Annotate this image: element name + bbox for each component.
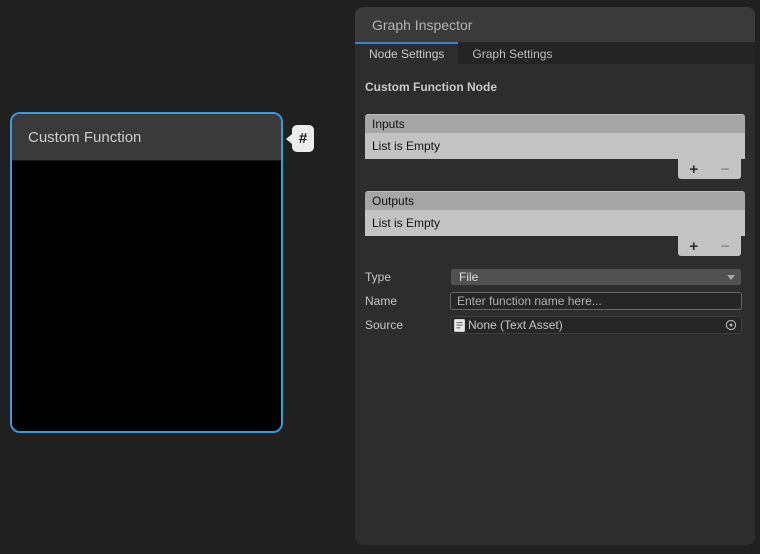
tab-node-settings[interactable]: Node Settings [355,42,458,64]
type-row: Type File [365,268,745,286]
source-object-field[interactable]: None (Text Asset) [450,316,742,334]
custom-function-node[interactable]: Custom Function [10,112,283,433]
shader-graph-window: Custom Function # Graph Inspector Node S… [0,0,760,554]
type-dropdown[interactable]: File [450,268,742,286]
outputs-list-empty-row: List is Empty [365,210,745,236]
text-asset-icon [454,319,465,332]
tab-graph-settings[interactable]: Graph Settings [458,42,566,64]
add-output-button[interactable]: + [687,239,700,254]
list-empty-text: List is Empty [372,139,440,153]
function-name-input[interactable] [450,292,742,310]
source-control: None (Text Asset) [450,316,742,334]
object-picker-icon[interactable] [723,318,739,332]
add-input-button[interactable]: + [687,162,700,177]
inputs-list-empty-row: List is Empty [365,133,745,159]
outputs-list-footer: + − [678,236,741,256]
name-row: Name [365,292,745,310]
source-object-value: None (Text Asset) [468,318,563,332]
list-title: Outputs [372,194,414,208]
inputs-list-header: Inputs [365,114,745,133]
tab-bar: Node Settings Graph Settings [355,42,755,64]
inputs-list-footer: + − [678,159,741,179]
node-settings-heading: Custom Function Node [365,80,497,94]
source-label: Source [365,318,403,332]
node-preview-body [12,162,281,431]
outputs-list: Outputs List is Empty + − [365,191,745,236]
type-label: Type [365,270,391,284]
name-label: Name [365,294,397,308]
node-title-bar[interactable]: Custom Function [12,114,281,161]
inputs-list: Inputs List is Empty + − [365,114,745,159]
source-row: Source None (Text Asset) [365,316,745,334]
badge-tail-icon [286,134,292,144]
remove-input-button[interactable]: − [719,162,732,177]
remove-output-button[interactable]: − [719,239,732,254]
code-hash-badge[interactable]: # [292,125,314,152]
name-control [450,292,742,310]
inspector-content: Custom Function Node Inputs List is Empt… [355,64,755,545]
type-control: File [450,268,742,286]
list-title: Inputs [372,117,405,131]
panel-title: Graph Inspector [372,17,472,33]
chevron-down-icon [727,275,735,280]
type-dropdown-value: File [459,270,478,284]
hash-icon: # [299,130,307,147]
list-empty-text: List is Empty [372,216,440,230]
tab-label: Node Settings [369,47,444,61]
panel-header[interactable]: Graph Inspector [355,7,755,42]
graph-inspector-panel: Graph Inspector Node Settings Graph Sett… [355,7,755,545]
outputs-list-header: Outputs [365,191,745,210]
tab-label: Graph Settings [472,47,552,61]
node-title: Custom Function [28,129,141,146]
